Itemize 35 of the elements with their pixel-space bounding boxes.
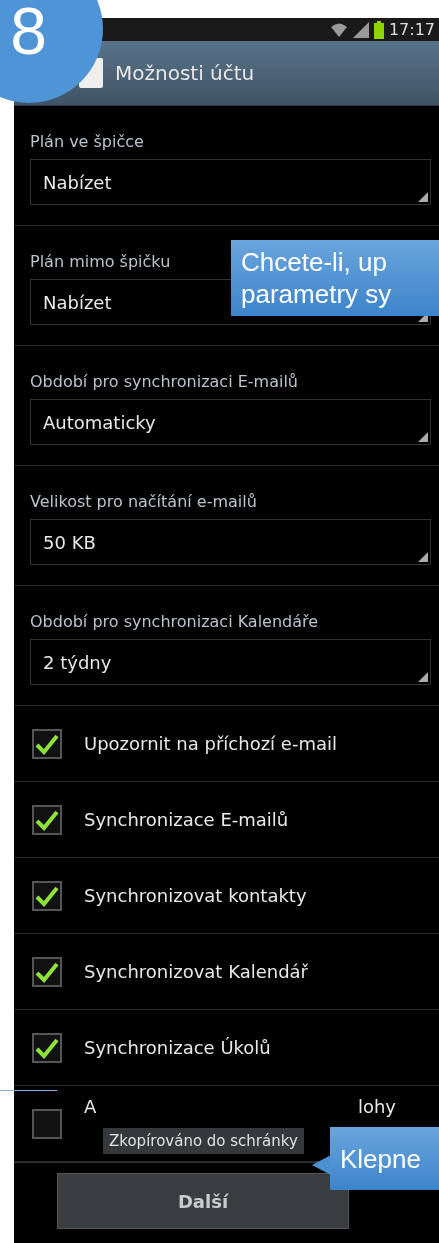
setting-label: Období pro synchronizaci Kalendáře bbox=[30, 612, 319, 631]
setting-label: Plán mimo špičku bbox=[30, 252, 171, 271]
copied-toast: Zkopírováno do schránky bbox=[103, 1128, 304, 1154]
option-label-fragment: lohy bbox=[357, 1096, 396, 1118]
dropdown-field[interactable]: Automaticky bbox=[30, 399, 431, 445]
next-button[interactable]: Další bbox=[57, 1173, 349, 1229]
battery-icon bbox=[373, 20, 384, 39]
option-label-fragment: A bbox=[84, 1096, 97, 1118]
option-label: Upozornit na příchozí e-mail bbox=[84, 732, 338, 755]
callout-tooltip: Klepne bbox=[330, 1127, 439, 1190]
corner-icon bbox=[418, 672, 428, 682]
corner-icon bbox=[418, 192, 428, 202]
option-label: Synchronizovat kontakty bbox=[84, 884, 308, 907]
signal-icon bbox=[352, 21, 369, 38]
option-label: Synchronizace E-mailů bbox=[84, 808, 290, 831]
status-time: 17:17 bbox=[388, 20, 435, 39]
dropdown-field[interactable]: 2 týdny bbox=[30, 639, 431, 685]
callout-tooltip: Chcete-li, up parametry sy bbox=[231, 240, 439, 316]
wifi-icon bbox=[329, 21, 348, 38]
checkbox[interactable] bbox=[32, 1032, 62, 1063]
corner-icon bbox=[418, 552, 428, 562]
option-label: Synchronizovat Kalendář bbox=[84, 960, 309, 983]
setting-label: Plán ve špičce bbox=[30, 132, 144, 151]
checkbox[interactable] bbox=[32, 1108, 62, 1139]
setting-label: Období pro synchronizaci E-mailů bbox=[30, 372, 298, 391]
corner-icon bbox=[418, 432, 428, 442]
dropdown-field[interactable]: Nabízet bbox=[30, 159, 431, 205]
checkbox[interactable] bbox=[32, 880, 62, 911]
dropdown-field[interactable]: 50 KB bbox=[30, 519, 431, 565]
setting-label: Velikost pro načítání e-mailů bbox=[30, 492, 257, 511]
checkbox[interactable] bbox=[32, 956, 62, 987]
checkbox[interactable] bbox=[32, 804, 62, 835]
option-label: Synchronizace Úkolů bbox=[84, 1036, 272, 1059]
checkbox[interactable] bbox=[32, 728, 62, 759]
screen-title: Možnosti účtu bbox=[115, 61, 255, 85]
